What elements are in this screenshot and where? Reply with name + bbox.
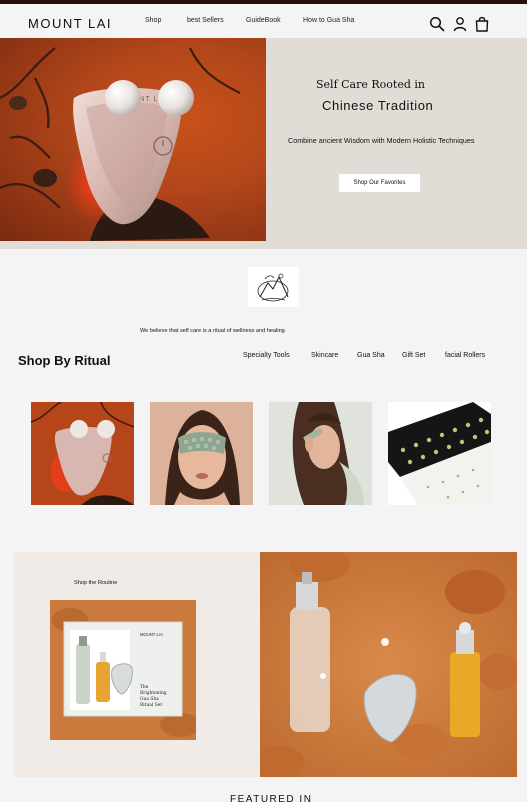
box-title-2: Brightening <box>140 691 167 696</box>
ritual-tile-skincare[interactable] <box>150 402 253 505</box>
mountain-emblem-icon <box>257 273 289 302</box>
box-title-3: Gua Sha <box>140 697 159 702</box>
ritual-tile-gua-sha[interactable] <box>269 402 372 505</box>
hero-product-photo: MOUNT LAI <box>0 47 241 241</box>
gua-sha-hair-image <box>269 402 372 505</box>
hero-bottom-strip <box>0 241 266 249</box>
hero-description: Combine ancient Wisdom with Modern Holis… <box>288 136 475 145</box>
ritual-tile-specialty-tools[interactable] <box>31 402 134 505</box>
nav-link-guidebook[interactable]: GuideBook <box>246 17 281 24</box>
account-icon[interactable] <box>452 16 468 32</box>
navbar: MOUNT LAI Shop best Sellers GuideBook Ho… <box>0 4 527 38</box>
box-title-4: Ritual Set <box>140 703 162 708</box>
box-title-1: The <box>140 685 149 690</box>
routine-set-image[interactable]: MOUNT LAI The Brightening Gua Sha Ritual… <box>50 600 196 740</box>
featured-in-title: FEATURED IN <box>230 794 313 802</box>
nav-link-how-to-gua-sha[interactable]: How to Gua Sha <box>303 17 354 24</box>
brand-emblem <box>248 267 299 307</box>
brightening-set-box-image: MOUNT LAI The Brightening Gua Sha Ritual… <box>50 600 196 740</box>
hero-subtitle-1: Self Care Rooted in <box>316 78 425 91</box>
ritual-tile-gift-set[interactable] <box>388 402 491 505</box>
routine-products-image[interactable] <box>260 552 517 777</box>
category-facial-rollers[interactable]: facial Rollers <box>445 352 485 359</box>
category-gift-set[interactable]: Gift Set <box>402 352 425 359</box>
nav-link-shop[interactable]: Shop <box>145 17 161 24</box>
category-specialty-tools[interactable]: Specialty Tools <box>243 352 290 359</box>
brand-logo[interactable]: MOUNT LAI <box>28 16 112 31</box>
routine-panel: Shop the Routine MOUNT LAI The Brighteni… <box>14 552 260 777</box>
category-gua-sha[interactable]: Gua Sha <box>357 352 385 359</box>
hero-text-panel: Self Care Rooted in Chinese Tradition Co… <box>266 38 527 249</box>
category-skincare[interactable]: Skincare <box>311 352 338 359</box>
routine-products-photo <box>260 552 517 777</box>
nav-link-best-sellers[interactable]: best Sellers <box>187 17 224 24</box>
ritual-section-title: Shop By Ritual <box>18 353 111 368</box>
shop-favorites-button[interactable]: Shop Our Favorites <box>339 174 420 192</box>
bag-icon[interactable] <box>474 16 490 32</box>
routine-label: Shop the Routine <box>74 580 118 586</box>
gift-set-image <box>388 402 491 505</box>
skincare-mask-image <box>150 402 253 505</box>
hero-subtitle-2: Chinese Tradition <box>322 98 434 113</box>
search-icon[interactable] <box>429 16 445 32</box>
hero-image: MOUNT LAI <box>0 38 266 241</box>
specialty-tool-image <box>31 402 134 505</box>
belief-statement: We believe that self care is a ritual of… <box>140 328 285 334</box>
box-brand: MOUNT LAI <box>140 632 163 637</box>
